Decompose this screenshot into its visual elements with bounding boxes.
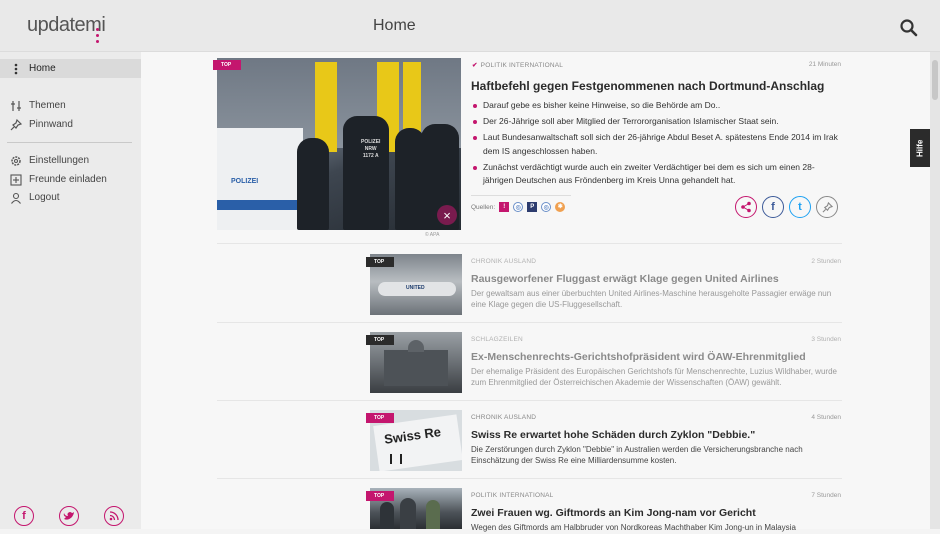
article-description: Die Zerstörungen durch Zyklon "Debbie" i… xyxy=(471,445,803,465)
article-title[interactable]: Rausgeworfener Fluggast erwägt Klage geg… xyxy=(471,273,779,285)
sidebar-item-pinnwand[interactable]: Pinnwand xyxy=(0,115,141,134)
sidebar-item-label: Themen xyxy=(29,100,66,111)
featured-article-title[interactable]: Haftbefehl gegen Festgenommenen nach Dor… xyxy=(471,79,824,93)
home-dots-icon xyxy=(9,62,23,76)
source-icon[interactable]: P xyxy=(527,202,538,212)
summary-bullets: Darauf gebe es bisher keine Hinweise, so… xyxy=(473,99,843,190)
sources-row: Quellen: ! ◎ P ◎ ✱ xyxy=(471,202,566,212)
building xyxy=(384,350,448,386)
plus-box-icon xyxy=(9,173,23,187)
divider xyxy=(217,478,842,479)
facebook-icon[interactable]: f xyxy=(14,506,34,526)
sidebar-item-label: Pinnwand xyxy=(29,119,73,130)
person xyxy=(426,500,440,529)
logo-mark xyxy=(390,454,402,464)
dismiss-icon[interactable]: × xyxy=(437,205,457,225)
sources-label: Quellen: xyxy=(471,203,496,211)
featured-article-image[interactable]: POLIZEI POLIZEI NRW 1172 A xyxy=(217,58,461,230)
timestamp: 7 Stunden xyxy=(811,492,841,499)
van-lettering: POLIZEI xyxy=(231,178,259,185)
page-title: Home xyxy=(373,17,416,34)
check-icon: ✔ xyxy=(472,62,478,69)
user-icon xyxy=(9,191,23,205)
sidebar-item-logout[interactable]: Logout xyxy=(0,188,141,207)
search-icon[interactable] xyxy=(899,18,919,38)
image-credit: © APA xyxy=(425,232,440,238)
thumb-lettering: UNITED xyxy=(406,285,425,291)
sidebar-item-label: Home xyxy=(29,63,56,74)
article-description: Wegen des Giftmords am Halbbruder von No… xyxy=(471,523,796,532)
sidebar-item-home[interactable]: Home xyxy=(0,59,141,78)
vest-label: POLIZEI NRW 1172 A xyxy=(361,139,381,159)
twitter-icon[interactable] xyxy=(59,506,79,526)
article-description: Der ehemalige Präsident des Europäischen… xyxy=(471,367,837,387)
timestamp: 3 Stunden xyxy=(811,336,841,343)
source-icon[interactable]: ◎ xyxy=(513,202,524,212)
category-label: CHRONIK AUSLAND xyxy=(471,258,537,265)
top-badge: TOP xyxy=(366,413,395,423)
article-description: Der gewaltsam aus einer überbuchten Unit… xyxy=(471,289,832,309)
article-title[interactable]: Zwei Frauen wg. Giftmords an Kim Jong-na… xyxy=(471,507,756,519)
top-badge: TOP xyxy=(213,60,242,70)
sidebar-item-themen[interactable]: Themen xyxy=(0,96,141,115)
share-icon[interactable] xyxy=(735,196,757,218)
source-icon[interactable]: ! xyxy=(499,202,510,212)
article-title[interactable]: Swiss Re erwartet hohe Schäden durch Zyk… xyxy=(471,429,755,441)
pin-icon[interactable] xyxy=(816,196,838,218)
sidebar-divider xyxy=(7,142,132,143)
scrollbar-thumb[interactable] xyxy=(932,60,938,100)
sidebar-item-einstellungen[interactable]: Einstellungen xyxy=(0,151,141,170)
facebook-share-icon[interactable]: f xyxy=(762,196,784,218)
top-badge: TOP xyxy=(366,257,395,267)
category-label: ✔ POLITIK INTERNATIONAL xyxy=(472,62,564,69)
pin-icon xyxy=(9,118,23,132)
person xyxy=(400,498,416,529)
top-badge: TOP xyxy=(366,335,395,345)
police-van xyxy=(217,128,303,230)
summary-bullet: Laut Bundesanwaltschaft soll sich der 26… xyxy=(473,131,843,158)
person xyxy=(380,502,394,529)
police-officer xyxy=(343,116,389,230)
sidebar-item-label: Einstellungen xyxy=(29,155,90,166)
top-bar: updatemi Home xyxy=(0,0,940,52)
divider xyxy=(217,400,842,401)
logo-dots-icon xyxy=(96,28,100,46)
help-tab[interactable]: Hilfe xyxy=(910,129,930,167)
sidebar-item-label: Logout xyxy=(29,192,60,203)
summary-bullet: Zunächst verdächtigt wurde auch ein zwei… xyxy=(473,161,843,188)
sidebar-item-label: Freunde einladen xyxy=(29,174,107,185)
timestamp: 21 Minuten xyxy=(808,61,841,68)
divider xyxy=(217,243,842,244)
source-icon[interactable]: ◎ xyxy=(541,202,552,212)
gear-icon xyxy=(9,154,23,168)
scrollbar[interactable] xyxy=(930,52,940,529)
source-icon[interactable]: ✱ xyxy=(555,202,566,212)
sidebar-item-freunde-einladen[interactable]: Freunde einladen xyxy=(0,170,141,189)
timestamp: 2 Stunden xyxy=(811,258,841,265)
timestamp: 4 Stunden xyxy=(811,414,841,421)
divider xyxy=(217,322,842,323)
top-badge: TOP xyxy=(366,491,395,501)
summary-bullet: Der 26-Jährige soll aber Mitglied der Te… xyxy=(473,115,843,129)
police-officer xyxy=(297,138,329,230)
van-stripe xyxy=(217,200,303,210)
logo[interactable]: updatemi xyxy=(27,14,106,37)
building-dome xyxy=(408,340,424,352)
category-label: POLITIK INTERNATIONAL xyxy=(471,492,554,499)
article-title[interactable]: Ex-Menschenrechts-Gerichtshofpräsident w… xyxy=(471,351,806,363)
category-label: CHRONIK AUSLAND xyxy=(471,414,537,421)
category-label: SCHLAGZEILEN xyxy=(471,336,523,343)
sliders-icon xyxy=(9,99,23,113)
summary-bullet: Darauf gebe es bisher keine Hinweise, so… xyxy=(473,99,843,113)
rss-icon[interactable] xyxy=(104,506,124,526)
divider xyxy=(471,195,571,196)
twitter-share-icon[interactable]: t xyxy=(789,196,811,218)
